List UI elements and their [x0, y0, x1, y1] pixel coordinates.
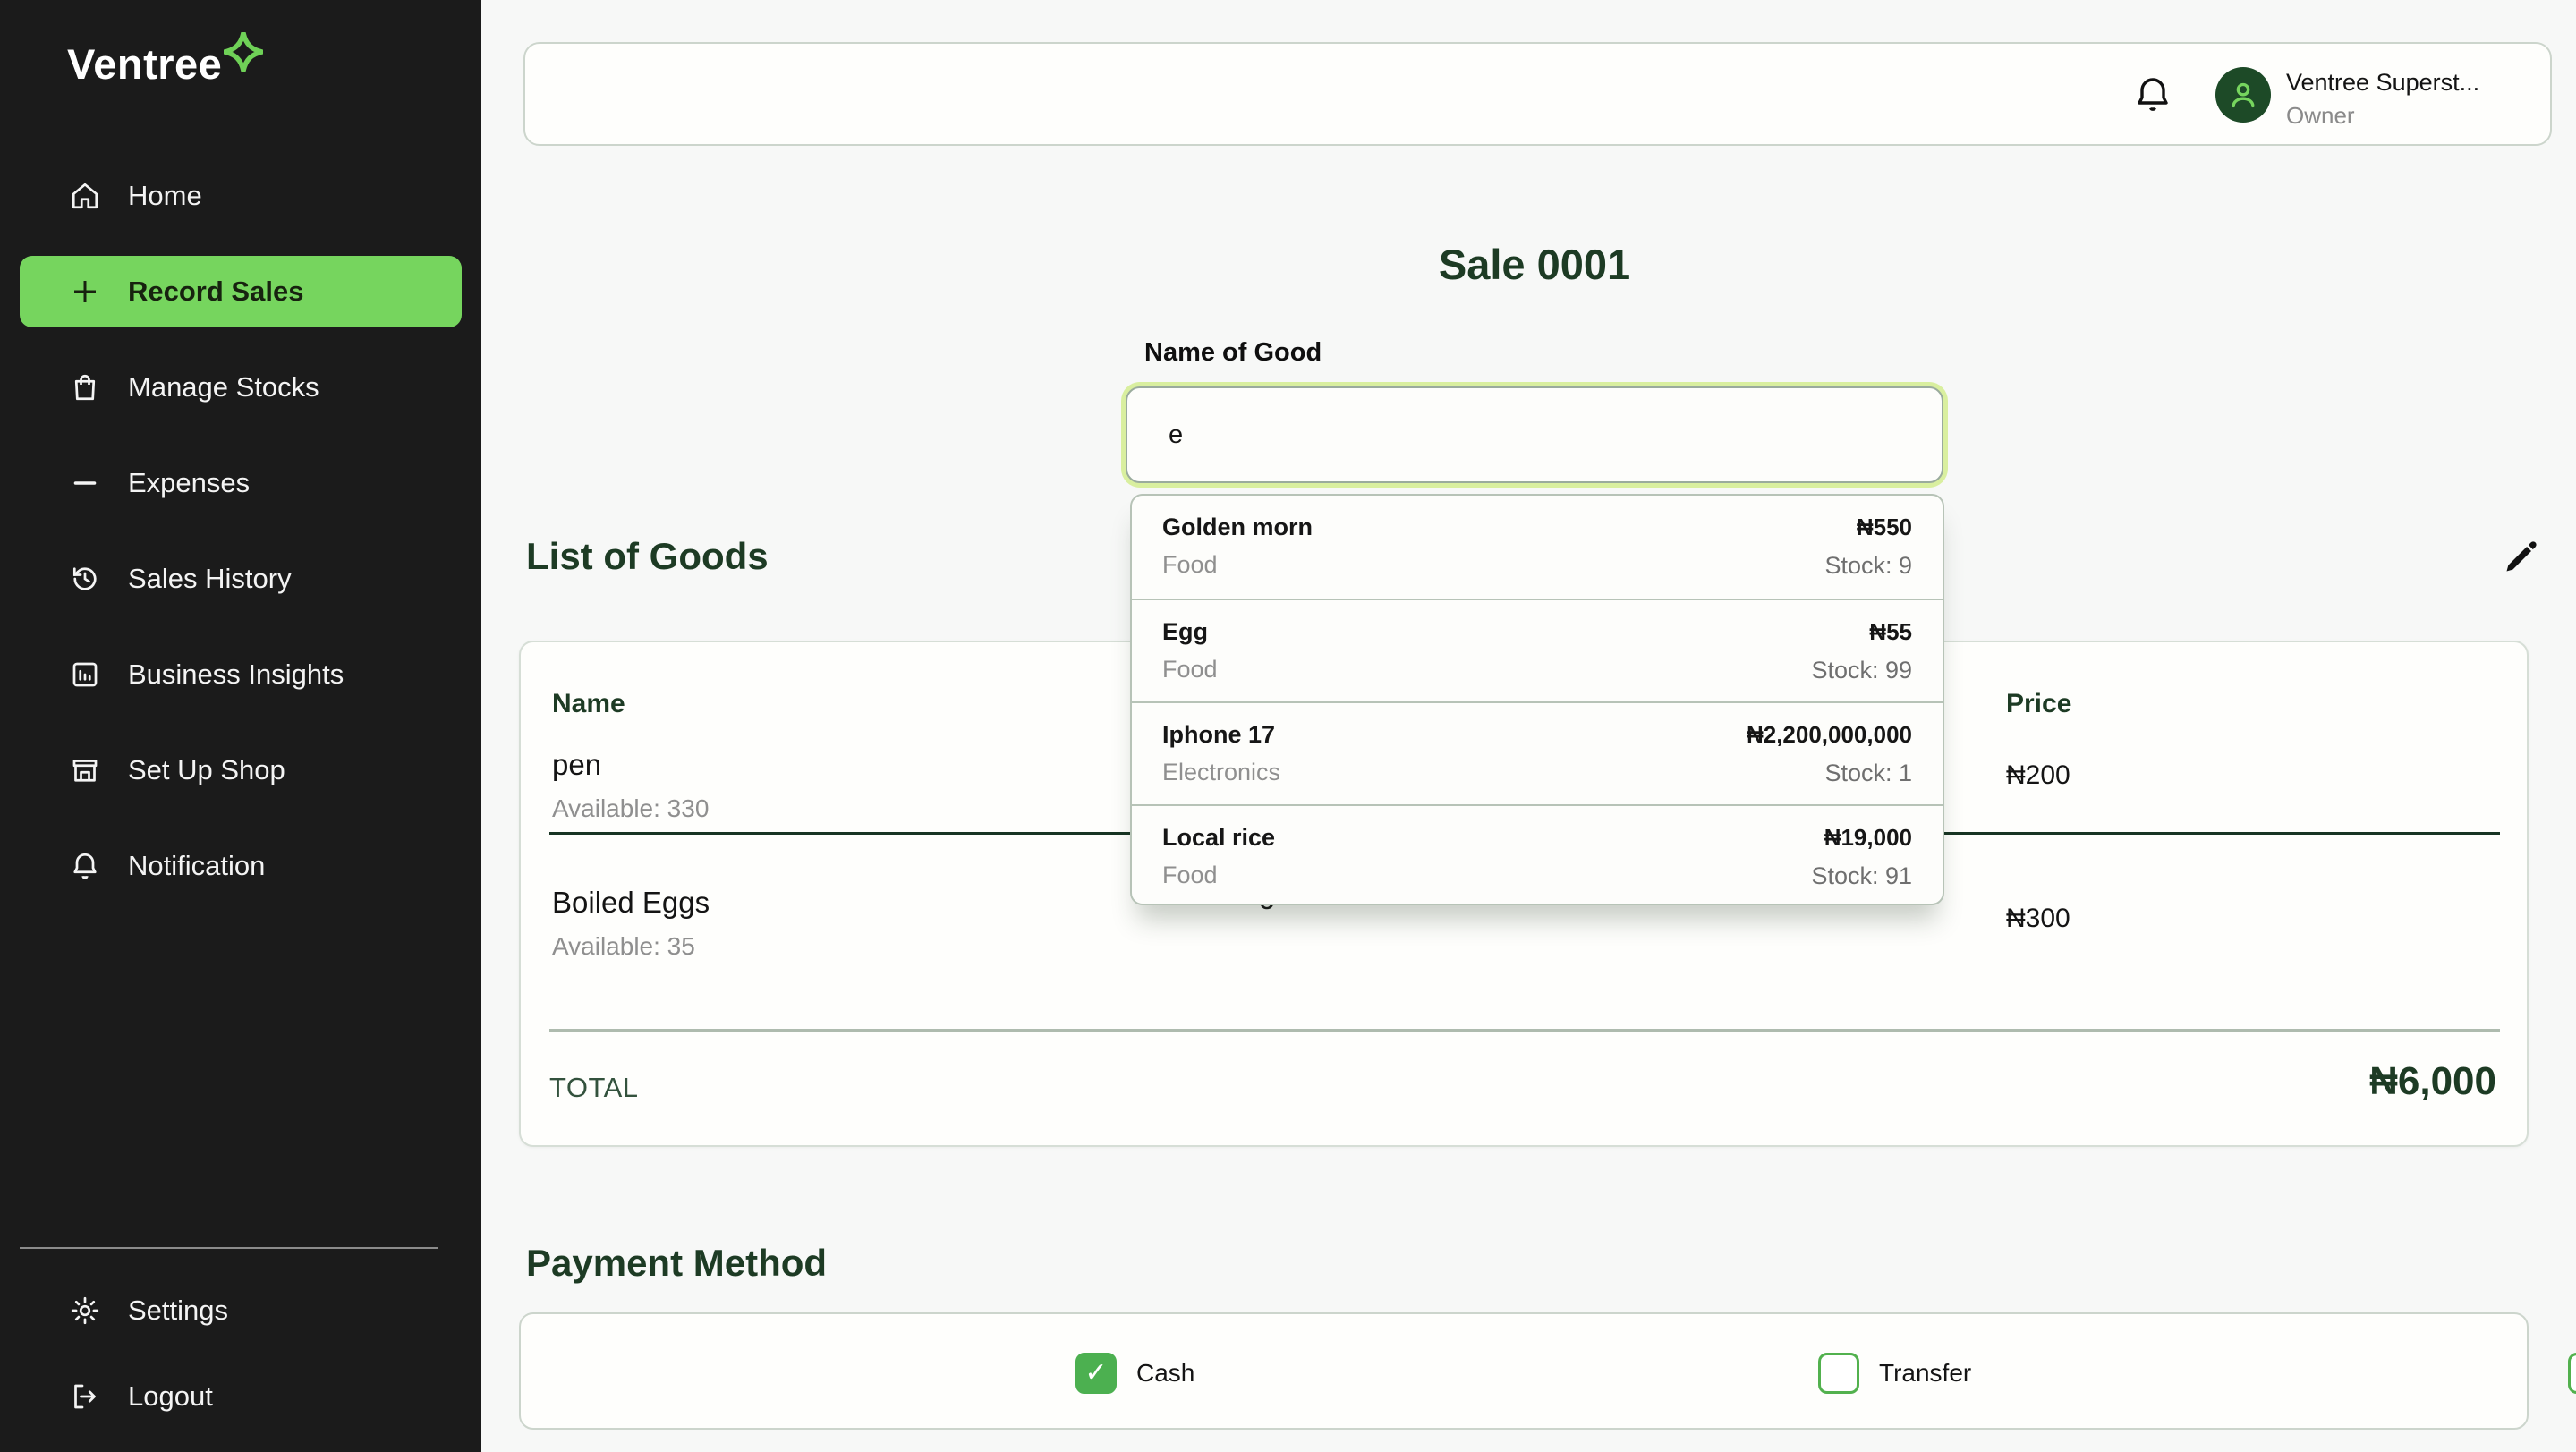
list-of-goods-heading: List of Goods: [526, 535, 769, 578]
sidebar-item-label: Set Up Shop: [128, 754, 285, 786]
suggestion-golden-morn[interactable]: Golden morn Food ₦550 Stock: 9: [1132, 496, 1943, 599]
logout-icon: [67, 1379, 103, 1414]
name-of-good-label: Name of Good: [1144, 338, 1322, 368]
home-icon: [67, 178, 103, 214]
ventree-logo: Ventree: [67, 38, 263, 91]
sidebar-item-label: Record Sales: [128, 276, 303, 308]
bar-chart-icon: [67, 657, 103, 692]
payment-method-card: ✓ Cash ✓ Transfer ✓ Credit: [519, 1312, 2529, 1430]
storefront-icon: [67, 752, 103, 788]
suggestion-name: Egg: [1162, 618, 1912, 646]
good-available: Available: 330: [552, 794, 709, 823]
suggestion-stock: Stock: 91: [1811, 862, 1912, 890]
page-title: Sale 0001: [1439, 240, 1630, 289]
suggestion-category: Food: [1162, 551, 1912, 579]
total-value: ₦6,000: [2369, 1059, 2496, 1104]
goods-suggestion-dropdown: Golden morn Food ₦550 Stock: 9 Egg Food …: [1130, 494, 1944, 905]
gear-icon: [67, 1293, 103, 1329]
suggestion-stock: Stock: 1: [1824, 760, 1912, 787]
suggestion-name: Local rice: [1162, 824, 1912, 852]
sidebar-footer: Settings Logout: [0, 1272, 481, 1444]
sidebar-item-settings[interactable]: Settings: [20, 1272, 462, 1349]
suggestion-category: Food: [1162, 862, 1912, 889]
suggestion-stock: Stock: 99: [1811, 657, 1912, 684]
sidebar-item-label: Notification: [128, 850, 265, 882]
plus-icon: [67, 274, 103, 310]
sidebar-item-logout[interactable]: Logout: [20, 1358, 462, 1435]
suggestion-category: Electronics: [1162, 759, 1912, 786]
sidebar-item-label: Home: [128, 180, 202, 212]
logo-text: Ventree: [67, 38, 222, 91]
check-icon: ✓: [1084, 1357, 1107, 1388]
good-price: ₦200: [2006, 760, 2070, 791]
sidebar: Ventree Home Record Sales: [0, 0, 481, 1452]
column-header-price: Price: [2006, 689, 2071, 719]
user-info[interactable]: Ventree Superst... Owner: [2286, 69, 2487, 130]
history-clock-icon: [67, 561, 103, 597]
sparkle-icon: [224, 32, 263, 72]
suggestion-name: Golden morn: [1162, 514, 1912, 541]
suggestion-price: ₦19,000: [1824, 824, 1912, 852]
suggestion-stock: Stock: 9: [1824, 552, 1912, 580]
sidebar-item-label: Settings: [128, 1295, 228, 1327]
payment-option-label: Cash: [1136, 1359, 1194, 1388]
user-name: Ventree Superst...: [2286, 69, 2487, 97]
name-of-good-input[interactable]: [1126, 386, 1943, 483]
sidebar-item-label: Expenses: [128, 467, 250, 499]
sidebar-item-expenses[interactable]: Expenses: [20, 447, 462, 519]
good-name: Boiled Eggs: [552, 886, 710, 920]
column-header-name: Name: [552, 689, 625, 719]
good-available: Available: 35: [552, 932, 695, 961]
sidebar-item-notification[interactable]: Notification: [20, 830, 462, 902]
topbar: Ventree Superst... Owner: [523, 42, 2552, 146]
total-label: TOTAL: [549, 1072, 639, 1104]
payment-option-cash[interactable]: ✓ Cash: [1075, 1314, 1194, 1431]
payment-option-transfer[interactable]: ✓ Transfer: [1818, 1314, 1971, 1431]
sidebar-item-label: Business Insights: [128, 658, 344, 691]
sidebar-item-label: Manage Stocks: [128, 371, 319, 403]
bell-icon: [67, 848, 103, 884]
suggestion-local-rice[interactable]: Local rice Food ₦19,000 Stock: 91: [1132, 804, 1943, 905]
checkbox-unchecked-icon[interactable]: ✓: [1818, 1353, 1859, 1394]
good-price: ₦300: [2006, 904, 2070, 934]
shopping-bag-icon: [67, 369, 103, 405]
sidebar-item-business-insights[interactable]: Business Insights: [20, 639, 462, 710]
payment-method-heading: Payment Method: [526, 1242, 827, 1285]
payment-option-label: Transfer: [1879, 1359, 1971, 1388]
user-avatar[interactable]: [2215, 67, 2271, 123]
suggestion-price: ₦2,200,000,000: [1747, 721, 1912, 749]
sidebar-item-sales-history[interactable]: Sales History: [20, 543, 462, 615]
sidebar-item-label: Logout: [128, 1380, 213, 1413]
checkbox-checked-icon[interactable]: ✓: [1075, 1353, 1117, 1394]
edit-pencil-icon[interactable]: [2502, 537, 2541, 576]
minus-icon: [67, 465, 103, 501]
good-name: pen: [552, 748, 601, 782]
sidebar-item-set-up-shop[interactable]: Set Up Shop: [20, 734, 462, 806]
sidebar-item-label: Sales History: [128, 563, 292, 595]
suggestion-egg[interactable]: Egg Food ₦55 Stock: 99: [1132, 599, 1943, 701]
user-role: Owner: [2286, 102, 2487, 130]
notification-bell-icon[interactable]: [2131, 73, 2174, 116]
payment-option-credit[interactable]: ✓ Credit: [2568, 1314, 2576, 1431]
sidebar-item-record-sales[interactable]: Record Sales: [20, 256, 462, 327]
checkbox-unchecked-icon[interactable]: ✓: [2568, 1353, 2576, 1394]
sidebar-item-manage-stocks[interactable]: Manage Stocks: [20, 352, 462, 423]
suggestion-price: ₦55: [1869, 618, 1912, 646]
sidebar-item-home[interactable]: Home: [20, 160, 462, 232]
record-sales-page: Ventree Home Record Sales: [0, 0, 2576, 1452]
sidebar-nav: Home Record Sales Manage Stocks Expenses: [0, 160, 481, 926]
suggestion-iphone-17[interactable]: Iphone 17 Electronics ₦2,200,000,000 Sto…: [1132, 701, 1943, 804]
suggestion-price: ₦550: [1857, 514, 1912, 541]
sidebar-divider: [20, 1247, 438, 1249]
suggestion-category: Food: [1162, 656, 1912, 684]
total-divider: [549, 1029, 2500, 1032]
